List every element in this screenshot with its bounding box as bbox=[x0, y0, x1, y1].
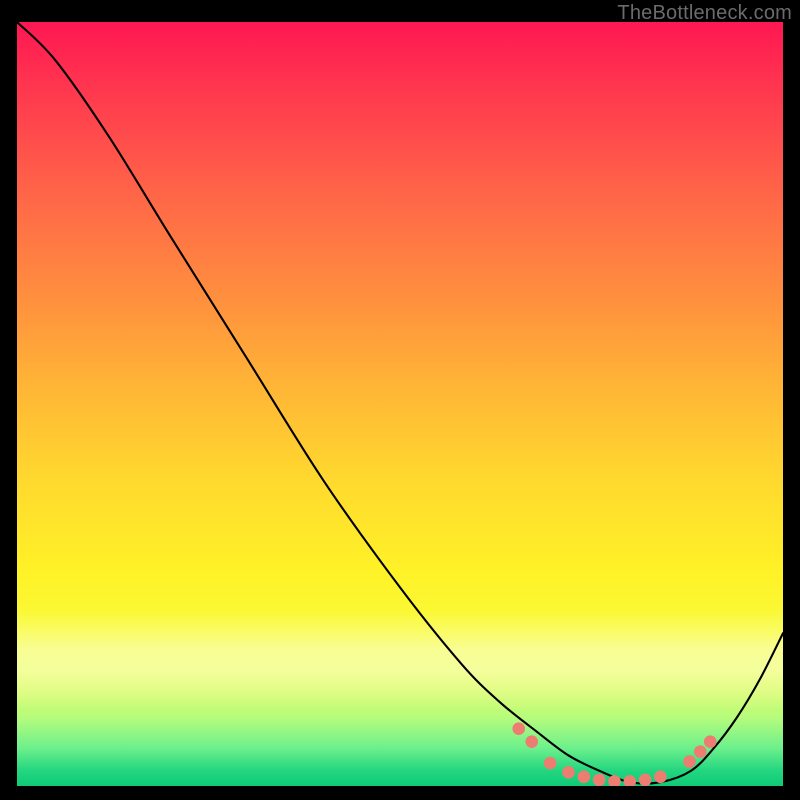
marker-dot bbox=[654, 771, 667, 784]
marker-dot bbox=[624, 775, 637, 786]
marker-dot bbox=[512, 722, 525, 735]
marker-dot bbox=[639, 774, 652, 786]
marker-dot bbox=[525, 735, 538, 748]
marker-dot bbox=[544, 757, 557, 770]
marker-dot bbox=[562, 766, 575, 779]
marker-dot bbox=[694, 745, 707, 758]
chart-svg bbox=[17, 22, 783, 786]
marker-dot bbox=[593, 774, 606, 786]
marker-dot bbox=[608, 775, 621, 786]
marker-dot bbox=[683, 755, 696, 768]
watermark-text: TheBottleneck.com bbox=[617, 2, 792, 25]
marker-dot bbox=[578, 771, 591, 784]
marker-dots bbox=[512, 722, 716, 786]
marker-dot bbox=[704, 735, 717, 748]
curve-line bbox=[17, 22, 783, 784]
chart-frame bbox=[17, 22, 783, 786]
